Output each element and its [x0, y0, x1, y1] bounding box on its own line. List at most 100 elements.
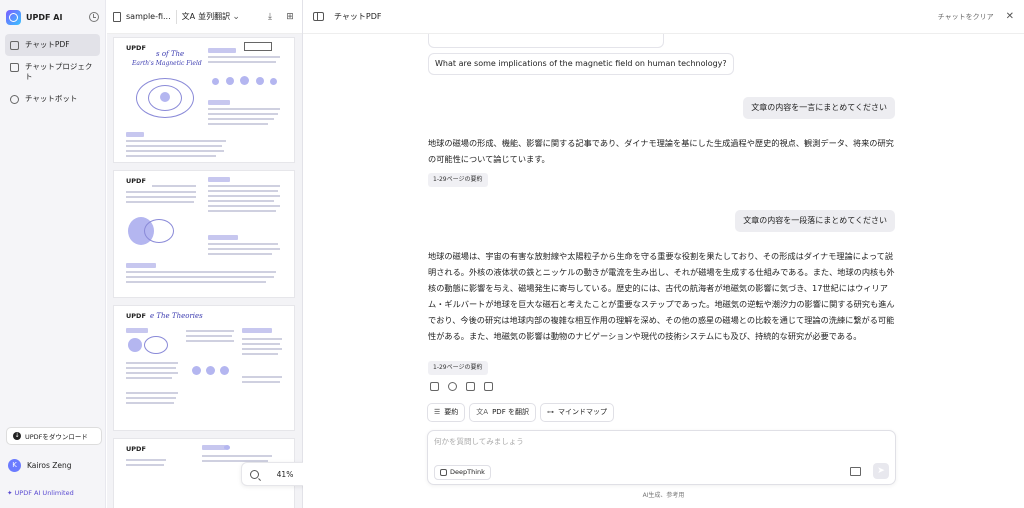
summary-button[interactable]: ☰ 要約: [427, 403, 466, 422]
deepthink-label: DeepThink: [450, 468, 485, 476]
section-header: [242, 328, 272, 333]
figure-box: [244, 42, 272, 51]
text-line: [126, 372, 178, 374]
page-logo: UPDF: [126, 177, 146, 185]
summary-label: 要約: [444, 408, 459, 416]
chat-messages[interactable]: What are some implications of the magnet…: [303, 34, 1024, 428]
text-line: [126, 145, 222, 147]
source-badge[interactable]: 1-29ページの要約: [428, 173, 488, 187]
earth-core-diagram-ring: [144, 219, 174, 243]
text-line: [208, 243, 278, 245]
plan-label-text: UPDF AI Unlimited: [14, 489, 74, 497]
chat-header: チャットPDF チャットをクリア ✕: [303, 0, 1024, 34]
image-upload-icon[interactable]: [850, 467, 861, 476]
avatar: K: [8, 459, 21, 472]
translate-icon: 文A: [181, 12, 196, 21]
planet-icon: [212, 78, 219, 85]
mode-select[interactable]: 並列翻訳: [198, 11, 230, 22]
text-line: [126, 397, 176, 399]
updf-logo-icon: [6, 9, 21, 25]
mindmap-button[interactable]: ⊶ マインドマップ: [539, 403, 614, 422]
close-icon[interactable]: ✕: [1006, 11, 1014, 22]
text-line: [126, 271, 276, 273]
user-profile[interactable]: K Kairos Zeng: [8, 459, 72, 472]
file-name[interactable]: sample-fi...: [126, 12, 171, 21]
sidebar-item-label: チャットPDF: [25, 40, 70, 49]
text-line: [126, 281, 266, 283]
text-line: [208, 195, 280, 197]
copy-icon[interactable]: [430, 382, 439, 391]
text-line: [186, 335, 232, 337]
source-badge[interactable]: 1-29ページの要約: [428, 361, 488, 375]
text-line: [126, 459, 166, 461]
history-icon[interactable]: [89, 12, 99, 22]
text-line: [126, 196, 196, 198]
page-thumbnails: UPDF s of The Earth's Magnetic Field UPD…: [113, 37, 295, 508]
text-line: [208, 61, 276, 63]
ai-answer: 地球の磁場は、宇宙の有害な放射線や太陽粒子から生命を守る重要な役割を果たしており…: [428, 251, 895, 341]
text-line: [126, 276, 274, 278]
add-file-icon[interactable]: ⊞: [284, 11, 296, 23]
thumbs-down-icon[interactable]: [484, 382, 493, 391]
page-logo: UPDF: [126, 445, 146, 453]
panel-toggle-icon[interactable]: [313, 12, 324, 21]
translate-pdf-button[interactable]: 文A PDF を翻訳: [469, 403, 536, 422]
download-icon: ↓: [13, 432, 21, 440]
planet-icon: [206, 366, 215, 375]
section-header: [202, 445, 226, 450]
section-header: [208, 48, 236, 53]
text-line: [208, 108, 280, 110]
page-title: e The Theories: [150, 312, 203, 320]
sidebar-item-label: チャットボット: [25, 94, 78, 103]
text-line: [242, 343, 280, 345]
text-line: [126, 191, 196, 193]
text-line: [208, 205, 280, 207]
mindmap-icon: ⊶: [546, 408, 554, 416]
clear-chat-button[interactable]: チャットをクリア: [938, 12, 994, 22]
send-button[interactable]: ➤: [873, 463, 889, 479]
logo-row: UPDF AI: [0, 0, 105, 34]
planet-diagram: [128, 338, 142, 352]
page-thumbnail-1[interactable]: UPDF s of The Earth's Magnetic Field: [113, 37, 295, 163]
translate-icon: 文A: [476, 408, 489, 416]
download-label: UPDFをダウンロード: [25, 433, 88, 441]
sidebar-item-chat-project[interactable]: チャットプロジェクト: [5, 56, 100, 88]
plan-label[interactable]: ✦ UPDF AI Unlimited: [7, 489, 74, 497]
suggestion-chip-partial[interactable]: [428, 34, 664, 48]
planet-icon: [240, 76, 249, 85]
toolbar-divider: [175, 9, 177, 24]
download-updf-button[interactable]: ↓ UPDFをダウンロード: [6, 427, 102, 445]
zoom-level[interactable]: 41%: [271, 470, 299, 479]
text-line: [208, 123, 268, 125]
chevron-down-icon[interactable]: ⌄: [230, 11, 242, 23]
text-line: [126, 140, 226, 142]
regenerate-icon[interactable]: [448, 382, 457, 391]
text-line: [202, 455, 272, 457]
text-line: [242, 338, 282, 340]
sidebar-item-chat-bot[interactable]: チャットボット: [5, 88, 100, 110]
text-line: [208, 56, 280, 58]
text-line: [208, 113, 278, 115]
bot-icon: [10, 95, 19, 104]
thumbs-up-icon[interactable]: [466, 382, 475, 391]
chat-title: チャットPDF: [334, 12, 382, 21]
suggestion-chip[interactable]: What are some implications of the magnet…: [428, 53, 734, 75]
page-title: s of The: [156, 50, 185, 58]
question-input[interactable]: [434, 436, 889, 460]
page-thumbnail-3[interactable]: UPDF e The Theories: [113, 305, 295, 431]
ai-answer: 地球の磁場の形成、機能、影響に関する記事であり、ダイナモ理論を基にした生成過程や…: [428, 138, 894, 164]
chat-input-box: DeepThink ➤: [427, 430, 896, 485]
deepthink-toggle[interactable]: DeepThink: [434, 465, 491, 480]
download-icon[interactable]: ⤓: [264, 11, 276, 23]
quick-tools: ☰ 要約 文A PDF を翻訳 ⊶ マインドマップ: [427, 403, 614, 422]
text-line: [242, 376, 282, 378]
zoom-out-icon[interactable]: [250, 469, 259, 479]
mindmap-label: マインドマップ: [557, 408, 607, 416]
text-line: [242, 348, 282, 350]
orbit-diagram: [144, 336, 168, 354]
user-message: 文章の内容を一段落にまとめてください: [735, 210, 895, 232]
sidebar-item-chat-pdf[interactable]: チャットPDF: [5, 34, 100, 56]
text-line: [126, 201, 194, 203]
text-line: [208, 210, 276, 212]
page-thumbnail-2[interactable]: UPDF: [113, 170, 295, 298]
